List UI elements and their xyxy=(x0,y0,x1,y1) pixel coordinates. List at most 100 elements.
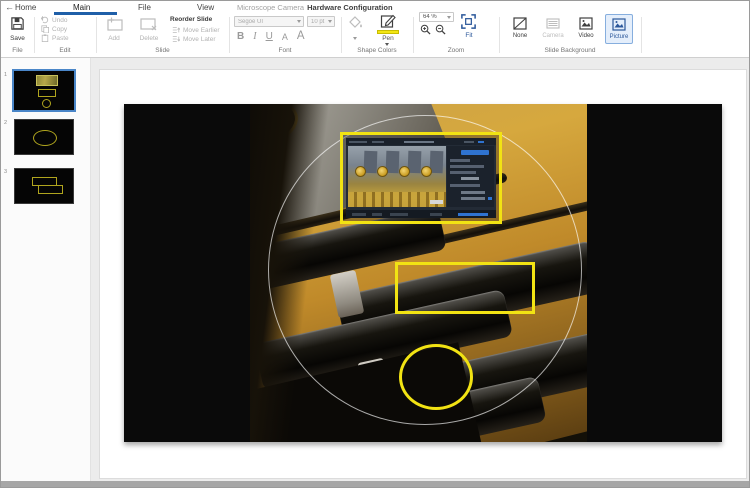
italic-button[interactable]: I xyxy=(253,31,256,42)
inset-panel-row xyxy=(461,197,485,200)
inset-statusbar xyxy=(346,210,496,218)
pen-dropdown-icon[interactable] xyxy=(385,43,389,46)
save-icon[interactable] xyxy=(10,16,25,31)
zoom-out-icon[interactable] xyxy=(435,24,446,35)
active-tab-underline xyxy=(54,12,117,15)
back-icon[interactable]: ← xyxy=(5,2,14,12)
font-name-select[interactable]: Segoe UI xyxy=(234,16,304,27)
inset-blue-button xyxy=(461,150,489,155)
inset-gold-pad xyxy=(377,166,388,177)
shrink-font-button[interactable]: A xyxy=(282,32,288,42)
paste-icon xyxy=(41,34,49,42)
fill-color-dropdown-icon[interactable] xyxy=(353,37,357,40)
slide-image[interactable] xyxy=(124,104,722,442)
font-style-buttons: B I U A A xyxy=(237,30,337,42)
current-slide[interactable] xyxy=(99,69,747,479)
inset-toolbar-item xyxy=(349,141,367,143)
copy-button[interactable]: Copy xyxy=(41,25,67,33)
inset-toolbar-item xyxy=(464,141,474,143)
inset-status-item xyxy=(352,213,366,216)
inset-status-item xyxy=(390,213,408,216)
slide-group-label: Slide xyxy=(96,47,229,54)
background-video-icon xyxy=(579,17,593,30)
app-name: Microscope Camera xyxy=(237,3,304,12)
fill-color-icon[interactable] xyxy=(349,16,363,29)
inset-toolbar-item xyxy=(404,141,434,143)
background-video-button[interactable]: Video xyxy=(572,14,600,44)
slide-thumbnail-3[interactable] xyxy=(14,168,74,204)
tab-main[interactable]: Main xyxy=(73,3,90,12)
bold-button[interactable]: B xyxy=(237,31,244,42)
inset-scale-label xyxy=(430,200,443,204)
inset-panel-accent xyxy=(488,197,492,200)
slide-number: 1 xyxy=(4,72,7,78)
inset-panel-row xyxy=(450,171,476,174)
tab-home[interactable]: Home xyxy=(15,3,36,12)
status-bar xyxy=(1,481,750,487)
zoom-level-select[interactable]: 64 % xyxy=(419,12,454,22)
thumb-circle-annotation xyxy=(42,99,51,108)
inset-panel-row xyxy=(450,184,480,187)
move-earlier-label: Move Earlier xyxy=(183,27,219,34)
background-picture-label: Picture xyxy=(610,34,629,40)
background-picture-icon xyxy=(612,18,626,31)
inset-microscope-view xyxy=(348,146,446,207)
app-window: ← Home Main File View Microscope CameraH… xyxy=(0,0,750,488)
move-earlier-icon xyxy=(172,26,180,34)
thumb-rect-annotation xyxy=(38,185,63,194)
inset-panel-row xyxy=(461,191,485,194)
thumb-inset-image xyxy=(36,75,58,86)
undo-button[interactable]: Undo xyxy=(41,16,68,24)
copy-label: Copy xyxy=(52,26,67,33)
delete-slide-icon[interactable] xyxy=(139,17,158,31)
pen-button[interactable]: Pen xyxy=(377,35,399,42)
move-later-button[interactable]: Move Later xyxy=(172,35,216,43)
font-name-value: Segoe UI xyxy=(238,19,297,25)
background-camera-icon xyxy=(546,17,560,30)
background-picture-button[interactable]: Picture xyxy=(605,14,633,44)
undo-icon xyxy=(41,16,49,24)
copy-icon xyxy=(41,25,49,33)
inset-gold-pad xyxy=(421,166,432,177)
inset-status-item xyxy=(372,213,382,216)
fit-icon[interactable] xyxy=(460,13,477,30)
rect-annotation[interactable] xyxy=(395,262,535,314)
paste-label: Paste xyxy=(52,35,69,42)
background-none-button[interactable]: None xyxy=(506,14,534,44)
inset-status-item xyxy=(430,213,442,216)
tab-file[interactable]: File xyxy=(138,3,151,12)
font-size-value: 10 pt xyxy=(311,19,328,25)
inset-annotation-frame[interactable] xyxy=(340,132,502,224)
inset-software-screenshot[interactable] xyxy=(346,138,496,218)
background-camera-button[interactable]: Camera xyxy=(539,14,567,44)
paste-button[interactable]: Paste xyxy=(41,34,69,42)
add-slide-button[interactable]: Add xyxy=(99,35,129,42)
zoom-in-icon[interactable] xyxy=(420,24,431,35)
slide-thumbnail-panel: 1 2 3 xyxy=(1,58,91,484)
delete-slide-button[interactable]: Delete xyxy=(134,35,164,42)
font-size-select[interactable]: 10 pt xyxy=(307,16,335,27)
inset-status-item xyxy=(458,213,488,216)
inset-panel-row xyxy=(450,165,484,168)
pen-icon[interactable] xyxy=(380,13,396,29)
slide-thumbnail-2[interactable] xyxy=(14,119,74,155)
thumb-ellipse-annotation xyxy=(33,130,57,146)
document-name: Hardware Configuration xyxy=(307,3,392,12)
ellipse-annotation[interactable] xyxy=(399,344,473,410)
add-slide-icon[interactable] xyxy=(105,17,124,31)
chevron-down-icon xyxy=(328,20,332,23)
reorder-slide-header: Reorder Slide xyxy=(170,16,212,23)
inset-gold-pad xyxy=(399,166,410,177)
save-button[interactable]: Save xyxy=(1,35,34,42)
background-none-label: None xyxy=(513,33,527,39)
tab-view[interactable]: View xyxy=(197,3,214,12)
zoom-group-label: Zoom xyxy=(413,47,499,54)
slide-thumbnail-1[interactable] xyxy=(12,69,76,112)
inset-panel-row xyxy=(450,159,470,162)
fit-button[interactable]: Fit xyxy=(459,32,479,39)
inset-toolbar-item xyxy=(372,141,384,143)
grow-font-button[interactable]: A xyxy=(297,30,305,42)
underline-button[interactable]: U xyxy=(266,31,273,42)
move-earlier-button[interactable]: Move Earlier xyxy=(172,26,219,34)
background-none-icon xyxy=(513,17,527,30)
